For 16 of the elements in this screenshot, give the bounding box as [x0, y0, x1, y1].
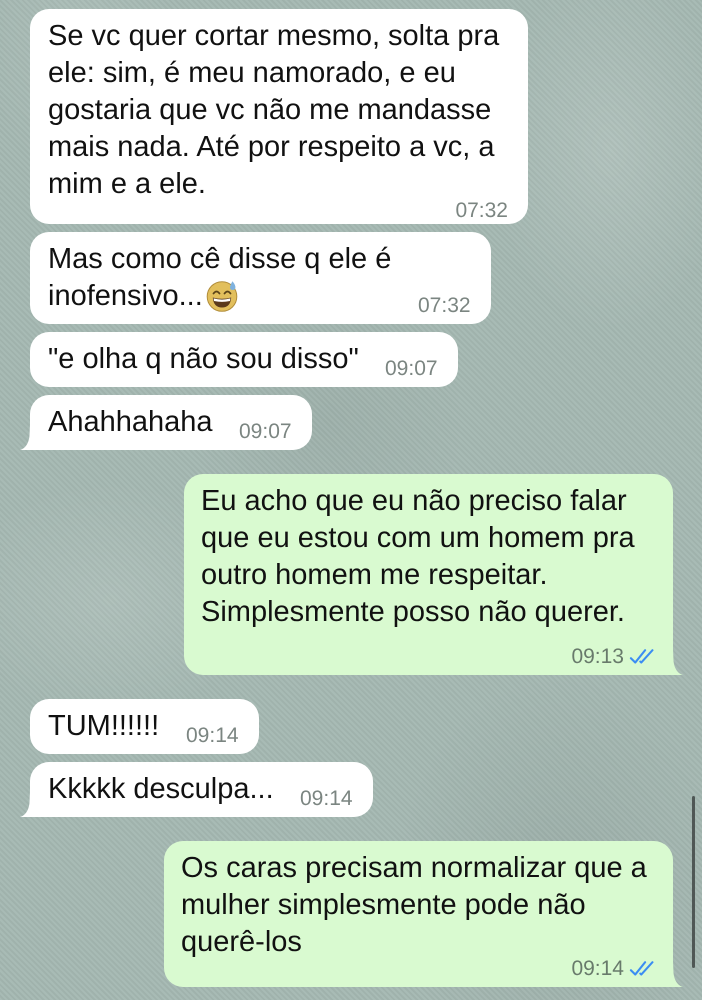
message-time: 07:32 [418, 297, 471, 315]
message-time: 09:07 [239, 423, 292, 441]
message-text: Kkkkk desculpa... [48, 773, 274, 805]
message-time: 07:32 [455, 202, 508, 220]
message-time: 09:13 [571, 648, 624, 666]
message-text: Se vc quer cortar mesmo, solta pra ele: sim, é meu namorado, e eu gostaria que vc não me mandasse mais nada. Até por respeito a vc, a mim e a ele. [48, 20, 500, 200]
message-text: Ahahhahaha [48, 406, 212, 438]
message-text: Eu acho que eu não preciso falar que eu estou com um homem pra outro homem me respeitar. Simplesmente posso não querer. [201, 485, 635, 628]
message-text: TUM!!!!!! [48, 710, 160, 742]
message-text: "e olha q não sou disso" [48, 343, 359, 375]
message-time: 09:07 [385, 360, 438, 378]
message-time: 09:14 [300, 790, 353, 808]
message-time: 09:14 [571, 960, 624, 978]
message-text: Mas como cê disse q ele é inofensivo... [48, 243, 392, 312]
message-text: Os caras precisam normalizar que a mulher simplesmente pode não querê-los [181, 852, 647, 958]
message-time: 09:14 [186, 727, 239, 745]
